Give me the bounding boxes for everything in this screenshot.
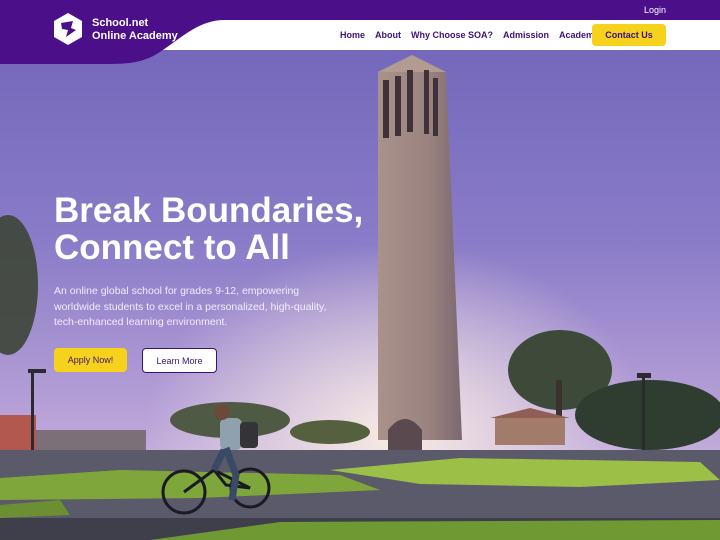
hero-headline: Break Boundaries, Connect to All [54, 192, 394, 266]
hero-description: An online global school for grades 9-12,… [54, 285, 327, 328]
nav-admission[interactable]: Admission [503, 30, 549, 40]
learn-more-button[interactable]: Learn More [142, 348, 217, 373]
logo-icon [54, 13, 82, 45]
brand-name: School.net Online Academy [92, 17, 178, 43]
nav-why-choose[interactable]: Why Choose SOA? [411, 30, 493, 40]
brand-logo[interactable]: School.net Online Academy [0, 0, 240, 66]
headline-line-1: Break Boundaries, [54, 191, 364, 230]
brand-line-2: Online Academy [92, 30, 178, 42]
brand-line-1: School.net [92, 17, 149, 29]
contact-us-button[interactable]: Contact Us [592, 24, 666, 46]
main-nav: Home About Why Choose SOA? Admission Aca… [340, 20, 607, 50]
hero-background [0, 0, 720, 540]
headline-line-2: Connect to All [54, 228, 290, 267]
nav-home[interactable]: Home [340, 30, 365, 40]
apply-now-button[interactable]: Apply Now! [54, 348, 127, 372]
login-link[interactable]: Login [644, 5, 666, 15]
campus-photo [0, 0, 720, 540]
nav-about[interactable]: About [375, 30, 401, 40]
